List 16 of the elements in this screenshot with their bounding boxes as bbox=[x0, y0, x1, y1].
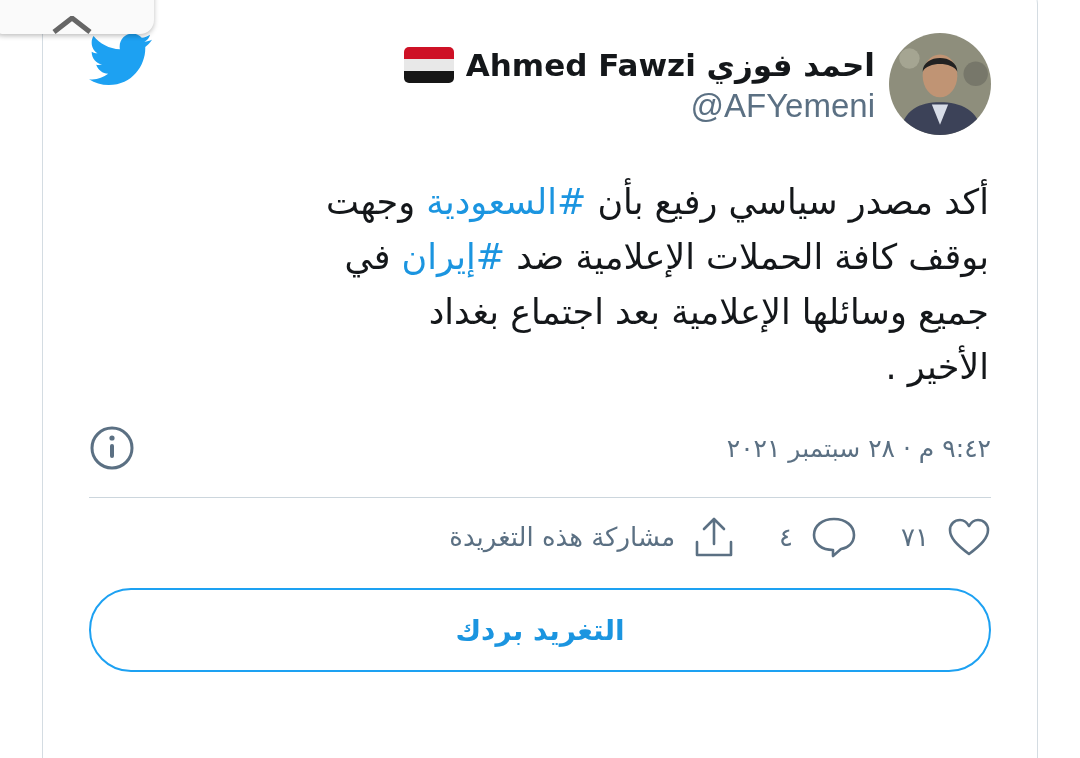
author-handle: @AFYemeni bbox=[690, 87, 875, 125]
timestamp: ٩:٤٢ م · ٢٨ سبتمبر ٢٠٢١ bbox=[726, 433, 991, 463]
bird-icon[interactable] bbox=[89, 33, 153, 87]
hashtag-link[interactable]: #إيران bbox=[401, 237, 506, 277]
tweet-text: أكد مصدر سياسي رفيع بأن #السعودية وجهت بوقف كافة الحملات الإعلامية ضد #إيران في جميع وسائلها الإعلامية بعد اجتماع بغداد الأخير . bbox=[89, 175, 991, 395]
reply-count: ٤ bbox=[779, 522, 794, 552]
chevron-up-icon[interactable] bbox=[50, 16, 94, 34]
like-count: ٧١ bbox=[901, 522, 929, 552]
flag-icon bbox=[403, 47, 454, 83]
reply-button[interactable]: التغريد بردك bbox=[89, 588, 991, 672]
author-name: احمد فوزي Ahmed Fawzi bbox=[465, 47, 875, 83]
heart-icon[interactable] bbox=[947, 517, 991, 557]
speech-bubble-icon[interactable] bbox=[811, 516, 858, 558]
info-icon[interactable] bbox=[89, 425, 135, 471]
hashtag-link[interactable]: #السعودية bbox=[426, 182, 587, 222]
share-label: مشاركة هذه التغريدة bbox=[449, 522, 676, 552]
